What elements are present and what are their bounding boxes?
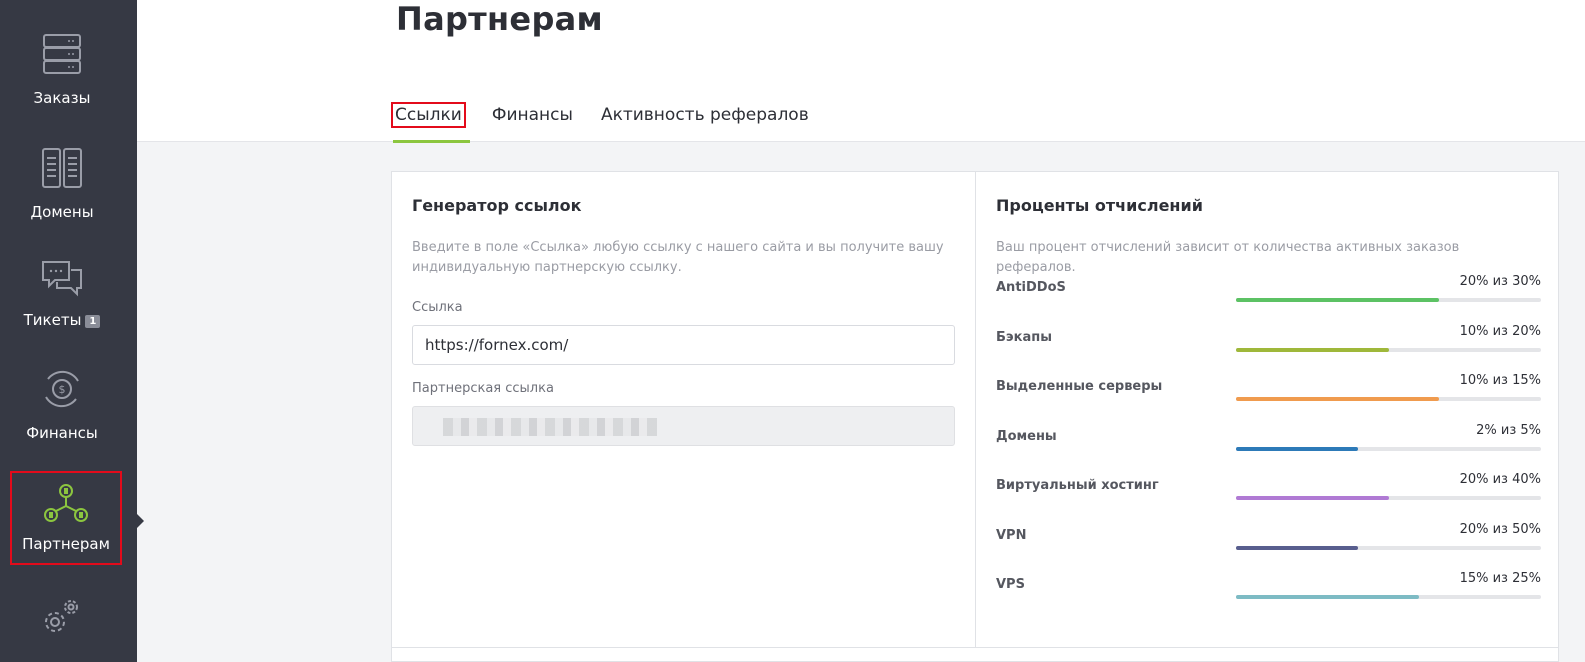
tab-links[interactable]: Ссылки <box>391 102 470 143</box>
sidebar-item-domains[interactable]: Домены <box>0 146 124 221</box>
sidebar-item-label: Заказы <box>33 89 91 107</box>
commission-service-name: VPN <box>996 527 1027 543</box>
sidebar-item-partners[interactable]: Партнерам <box>10 471 122 565</box>
page-title: Партнерам <box>396 0 603 38</box>
sidebar: Заказы Домены Тикеты 1 $ Финансы Партнер… <box>0 0 137 662</box>
link-generator-title: Генератор ссылок <box>412 196 582 215</box>
commission-value: 20% из 50% <box>1459 521 1541 537</box>
sidebar-item-finance[interactable]: $ Финансы <box>0 367 124 442</box>
sidebar-item-settings[interactable] <box>0 596 124 640</box>
partners-card: Генератор ссылок Введите в поле «Ссылка»… <box>391 171 1559 662</box>
commission-row: VPS 15% из 25% <box>996 571 1541 607</box>
commission-title: Проценты отчислений <box>996 196 1203 215</box>
partner-link-field[interactable] <box>412 406 955 446</box>
commission-row: Бэкапы 10% из 20% <box>996 324 1541 360</box>
commission-progress-fill <box>1236 496 1389 500</box>
link-generator-panel: Генератор ссылок Введите в поле «Ссылка»… <box>392 172 976 647</box>
partner-link-blurred-value <box>443 418 657 436</box>
sidebar-item-label: Тикеты <box>23 311 82 329</box>
partner-link-label: Партнерская ссылка <box>412 381 554 396</box>
sidebar-item-label: Домены <box>30 203 94 221</box>
commission-progress-fill <box>1236 545 1358 550</box>
commission-service-name: AntiDDoS <box>996 280 1066 295</box>
commission-row: VPN 20% из 50% <box>996 522 1541 558</box>
finance-icon: $ <box>45 370 79 408</box>
tab-label: Финансы <box>491 105 573 125</box>
commission-service-name: Выделенные серверы <box>996 379 1163 394</box>
commission-progress-track <box>1236 298 1541 302</box>
commission-progress-track <box>1236 545 1541 550</box>
commission-service-name: Бэкапы <box>996 329 1052 345</box>
commission-row: Выделенные серверы 10% из 15% <box>996 373 1541 409</box>
settings-icon <box>45 600 78 632</box>
tab-referral-activity[interactable]: Активность рефералов <box>599 102 811 137</box>
commission-value: 20% из 30% <box>1459 274 1541 289</box>
commission-row: AntiDDoS 20% из 30% <box>996 274 1541 310</box>
commission-value: 15% из 25% <box>1459 571 1541 586</box>
domains-icon <box>42 148 82 188</box>
commission-value: 20% из 40% <box>1459 472 1541 487</box>
page-header: Партнерам Ссылки Финансы Активность рефе… <box>137 0 1585 143</box>
chat-icon <box>42 261 82 297</box>
commission-progress-fill <box>1236 595 1419 599</box>
commission-service-name: Домены <box>996 428 1057 444</box>
card-divider <box>392 647 1558 648</box>
commission-row: Домены 2% из 5% <box>996 423 1541 459</box>
commission-progress-track <box>1236 595 1541 599</box>
commission-value: 10% из 20% <box>1459 323 1541 339</box>
commission-progress-fill <box>1236 397 1440 401</box>
tab-finance[interactable]: Финансы <box>490 102 575 137</box>
link-field-label: Ссылка <box>412 300 463 315</box>
commission-value: 10% из 15% <box>1459 373 1541 388</box>
commission-row: Виртуальный хостинг 20% из 40% <box>996 472 1541 508</box>
tab-label: Ссылки <box>395 105 462 125</box>
commission-progress-fill <box>1236 446 1358 451</box>
commission-description: Ваш процент отчислений зависит от количе… <box>996 240 1460 275</box>
sidebar-item-tickets[interactable]: Тикеты 1 <box>0 258 124 329</box>
commission-progress-fill <box>1236 347 1389 352</box>
commission-percents-panel: Проценты отчислений Ваш процент отчислен… <box>976 172 1560 647</box>
tabs: Ссылки Финансы Активность рефералов <box>391 102 835 143</box>
commission-progress-track <box>1236 347 1541 352</box>
active-item-pointer <box>137 514 144 528</box>
commission-progress-fill <box>1236 298 1440 302</box>
commission-progress-track <box>1236 446 1541 451</box>
sidebar-item-orders[interactable]: Заказы <box>0 32 124 107</box>
commission-progress-track <box>1236 496 1541 500</box>
commission-service-name: Виртуальный хостинг <box>996 478 1159 493</box>
server-icon <box>43 34 81 74</box>
svg-text:$: $ <box>59 383 66 396</box>
commission-progress-track <box>1236 397 1541 401</box>
tab-label: Активность рефералов <box>600 105 809 125</box>
partners-icon <box>44 484 88 522</box>
tickets-count-badge: 1 <box>85 315 101 328</box>
link-input[interactable] <box>412 325 955 365</box>
commission-value: 2% из 5% <box>1476 422 1541 438</box>
commission-service-name: VPS <box>996 577 1025 592</box>
link-generator-description: Введите в поле «Ссылка» любую ссылку с н… <box>412 240 944 275</box>
sidebar-item-label: Финансы <box>26 424 98 442</box>
sidebar-item-label: Партнерам <box>22 535 110 553</box>
